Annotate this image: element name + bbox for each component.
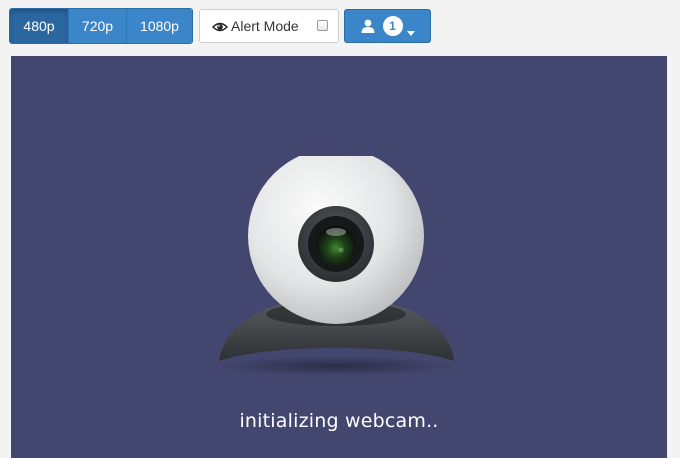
user-icon [361,19,375,33]
eye-icon [212,20,228,32]
resolution-720p-button[interactable]: 720p [68,8,126,43]
resolution-1080p-button[interactable]: 1080p [126,8,192,43]
webcam-icon [214,148,459,376]
alert-mode-label: Alert Mode [231,17,299,34]
resolution-button-group: 480p 720p 1080p [9,7,193,44]
alert-mode-toggle[interactable]: Alert Mode [199,8,339,43]
webcam-page: 480p 720p 1080p Alert Mode 1 initializin… [0,0,680,458]
toolbar: 480p 720p 1080p Alert Mode 1 [9,7,431,44]
status-text: initializing webcam.. [239,410,439,432]
user-count-badge: 1 [382,15,403,36]
caret-down-icon [406,23,415,36]
resolution-480p-button[interactable]: 480p [10,8,68,43]
alert-mode-checkbox[interactable] [317,20,328,31]
webcam-video-panel: initializing webcam.. [11,56,667,458]
user-menu-button[interactable]: 1 [344,8,431,43]
